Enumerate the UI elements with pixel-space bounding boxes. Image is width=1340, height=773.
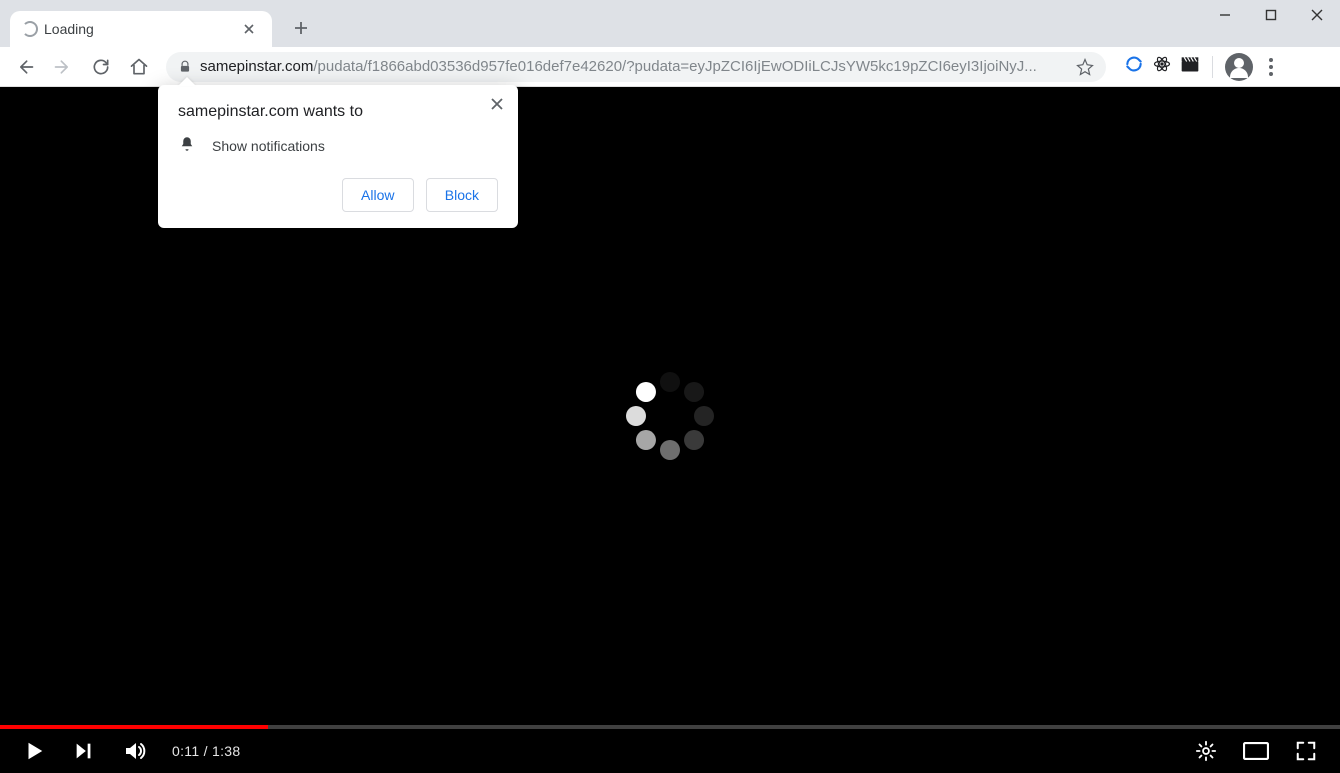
window-controls bbox=[1202, 0, 1340, 30]
maximize-button[interactable] bbox=[1248, 0, 1294, 30]
permission-close-button[interactable] bbox=[484, 91, 510, 117]
url-text: samepinstar.com/pudata/f1866abd03536d957… bbox=[200, 58, 1068, 75]
url-host: samepinstar.com bbox=[200, 58, 313, 75]
reload-icon bbox=[91, 57, 111, 77]
reload-button[interactable] bbox=[84, 50, 118, 84]
time-separator: / bbox=[204, 743, 212, 759]
address-bar[interactable]: samepinstar.com/pudata/f1866abd03536d957… bbox=[166, 52, 1106, 82]
maximize-icon bbox=[1265, 9, 1277, 21]
extension-refresh-icon[interactable] bbox=[1124, 54, 1144, 79]
permission-item-label: Show notifications bbox=[212, 138, 325, 154]
home-icon bbox=[129, 57, 149, 77]
dot-icon bbox=[1269, 65, 1273, 69]
url-path: /pudata/f1866abd03536d957fe016def7e42620… bbox=[313, 58, 1036, 75]
permission-popup: samepinstar.com wants to Show notificati… bbox=[158, 85, 518, 228]
next-icon bbox=[73, 740, 95, 762]
home-button[interactable] bbox=[122, 50, 156, 84]
fullscreen-icon bbox=[1295, 740, 1317, 762]
gear-icon bbox=[1195, 740, 1217, 762]
extensions-area bbox=[1116, 53, 1281, 81]
loading-favicon-icon bbox=[22, 21, 38, 37]
permission-title: samepinstar.com wants to bbox=[178, 103, 498, 121]
close-window-button[interactable] bbox=[1294, 0, 1340, 30]
next-button[interactable] bbox=[66, 733, 102, 769]
close-icon bbox=[244, 24, 254, 34]
back-button[interactable] bbox=[8, 50, 42, 84]
permission-item-row: Show notifications bbox=[178, 135, 498, 156]
plus-icon bbox=[294, 21, 308, 35]
allow-button[interactable]: Allow bbox=[342, 178, 414, 212]
volume-button[interactable] bbox=[116, 733, 152, 769]
star-icon bbox=[1076, 58, 1094, 76]
play-icon bbox=[23, 740, 45, 762]
new-tab-button[interactable] bbox=[286, 13, 316, 43]
theater-mode-button[interactable] bbox=[1238, 733, 1274, 769]
settings-button[interactable] bbox=[1188, 733, 1224, 769]
forward-button[interactable] bbox=[46, 50, 80, 84]
video-current-time: 0:11 bbox=[172, 743, 199, 759]
permission-actions: Allow Block bbox=[178, 178, 498, 212]
dot-icon bbox=[1269, 72, 1273, 76]
extension-clapper-icon[interactable] bbox=[1180, 55, 1200, 78]
video-player-bar: 0:11 / 1:38 bbox=[0, 729, 1340, 773]
profile-button[interactable] bbox=[1225, 53, 1253, 81]
video-time: 0:11 / 1:38 bbox=[172, 743, 240, 759]
tab-title: Loading bbox=[44, 21, 94, 37]
tab-strip: Loading bbox=[0, 0, 1340, 47]
extension-atom-icon[interactable] bbox=[1152, 54, 1172, 79]
toolbar-separator bbox=[1212, 56, 1213, 78]
bookmark-button[interactable] bbox=[1076, 58, 1094, 76]
browser-toolbar: samepinstar.com/pudata/f1866abd03536d957… bbox=[0, 47, 1340, 87]
dot-icon bbox=[1269, 58, 1273, 62]
fullscreen-button[interactable] bbox=[1288, 733, 1324, 769]
play-button[interactable] bbox=[16, 733, 52, 769]
volume-icon bbox=[122, 739, 146, 763]
lock-icon bbox=[178, 60, 192, 74]
block-button[interactable]: Block bbox=[426, 178, 498, 212]
chrome-menu-button[interactable] bbox=[1261, 58, 1281, 76]
bell-icon bbox=[178, 135, 196, 156]
arrow-right-icon bbox=[53, 57, 73, 77]
minimize-button[interactable] bbox=[1202, 0, 1248, 30]
video-duration: 1:38 bbox=[212, 743, 240, 759]
close-icon bbox=[1311, 9, 1323, 21]
browser-tab[interactable]: Loading bbox=[10, 11, 272, 47]
close-icon bbox=[491, 98, 503, 110]
arrow-left-icon bbox=[15, 57, 35, 77]
loading-spinner bbox=[625, 371, 715, 461]
minimize-icon bbox=[1219, 9, 1231, 21]
theater-icon bbox=[1243, 742, 1269, 760]
close-tab-button[interactable] bbox=[240, 20, 258, 38]
